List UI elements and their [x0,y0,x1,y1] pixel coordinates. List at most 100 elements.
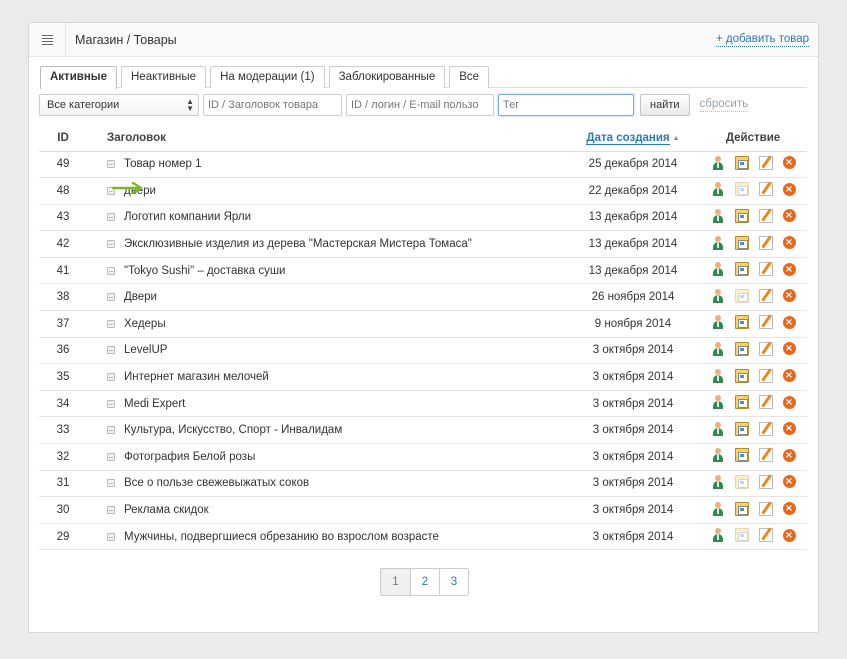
delete-icon[interactable]: × [782,369,796,383]
user-icon[interactable] [711,501,725,516]
photo-icon[interactable] [734,315,749,330]
photo-icon[interactable] [734,341,749,356]
row-title[interactable]: Мужчины, подвергшиеся обрезанию во взрос… [124,531,439,543]
photo-icon[interactable] [734,448,749,463]
document-icon [107,399,115,408]
delete-icon[interactable]: × [782,156,796,170]
delete-icon[interactable]: × [782,315,796,329]
row-title[interactable]: LevelUP [124,344,167,356]
user-icon[interactable] [711,395,725,410]
edit-icon[interactable] [758,235,773,250]
delete-icon[interactable]: × [782,475,796,489]
photo-icon[interactable] [734,288,749,303]
edit-icon[interactable] [758,528,773,543]
row-title[interactable]: Реклама скидок [124,504,209,516]
row-title[interactable]: Интернет магазин мелочей [124,371,269,383]
photo-icon[interactable] [734,368,749,383]
delete-icon[interactable]: × [782,342,796,356]
delete-icon[interactable]: × [782,236,796,250]
row-title[interactable]: Medi Expert [124,398,185,410]
user-icon[interactable] [711,235,725,250]
edit-icon[interactable] [758,262,773,277]
row-title[interactable]: "Tokyo Sushi" – доставка суши [124,265,285,277]
row-title[interactable]: Товар номер 1 [124,158,202,170]
photo-icon[interactable] [734,528,749,543]
page-link[interactable]: 1 [381,569,410,595]
user-icon[interactable] [711,315,725,330]
row-title[interactable]: Все о пользе свежевыжатых соков [124,477,309,489]
tab-blocked[interactable]: Заблокированные [328,66,446,88]
edit-icon[interactable] [758,448,773,463]
tab-inactive[interactable]: Неактивные [121,66,207,88]
edit-icon[interactable] [758,395,773,410]
photo-icon[interactable] [734,235,749,250]
tag-input[interactable] [498,94,634,116]
edit-icon[interactable] [758,288,773,303]
edit-icon[interactable] [758,182,773,197]
tab-all[interactable]: Все [449,66,490,88]
category-select[interactable]: Все категории ▲ ▼ [39,94,199,116]
row-actions: × [699,496,807,524]
hamburger-icon [41,33,53,47]
delete-icon[interactable]: × [782,502,796,516]
user-icon[interactable] [711,421,725,436]
page-link[interactable]: 3 [439,569,468,595]
user-search-input[interactable] [346,94,494,116]
reset-link[interactable]: сбросить [699,98,749,112]
user-icon[interactable] [711,208,725,223]
page-link[interactable]: 2 [410,569,439,595]
delete-icon[interactable]: × [782,528,796,542]
column-header-title[interactable]: Заголовок [97,125,567,152]
photo-icon[interactable] [734,395,749,410]
delete-icon[interactable]: × [782,209,796,223]
user-icon[interactable] [711,288,725,303]
edit-icon[interactable] [758,155,773,170]
photo-icon[interactable] [734,501,749,516]
photo-icon[interactable] [734,208,749,223]
find-button[interactable]: найти [640,94,690,116]
edit-icon[interactable] [758,341,773,356]
delete-icon[interactable]: × [782,448,796,462]
row-title[interactable]: Логотип компании Ярли [124,211,251,223]
edit-icon[interactable] [758,474,773,489]
edit-icon[interactable] [758,421,773,436]
photo-icon[interactable] [734,182,749,197]
row-title-wrap: "Tokyo Sushi" – доставка суши [97,265,285,277]
user-icon[interactable] [711,155,725,170]
tab-moderation[interactable]: На модерации (1) [210,66,325,88]
user-icon[interactable] [711,474,725,489]
user-icon[interactable] [711,262,725,277]
delete-icon[interactable]: × [782,262,796,276]
delete-icon[interactable]: × [782,422,796,436]
delete-icon[interactable]: × [782,182,796,196]
select-arrows-icon: ▲ ▼ [186,97,194,113]
row-title[interactable]: Фотография Белой розы [124,451,255,463]
user-icon[interactable] [711,182,725,197]
menu-button[interactable] [29,23,66,56]
id-title-input[interactable] [203,94,342,116]
row-title[interactable]: Культура, Искусство, Спорт - Инвалидам [124,424,342,436]
edit-icon[interactable] [758,208,773,223]
tab-active[interactable]: Активные [40,66,117,89]
user-icon[interactable] [711,448,725,463]
row-title[interactable]: Эксклюзивные изделия из дерева "Мастерск… [124,238,472,250]
photo-icon[interactable] [734,155,749,170]
delete-icon[interactable]: × [782,289,796,303]
add-product-link[interactable]: + добавить товар [715,33,809,47]
edit-icon[interactable] [758,368,773,383]
row-title[interactable]: Двери [124,291,157,303]
photo-icon[interactable] [734,421,749,436]
column-header-date[interactable]: Дата создания ▲ [567,125,699,152]
column-header-id[interactable]: ID [39,125,97,152]
photo-icon[interactable] [734,474,749,489]
row-actions: × [699,363,807,391]
edit-icon[interactable] [758,315,773,330]
panel-header: Магазин / Товары + добавить товар [29,23,818,57]
edit-icon[interactable] [758,501,773,516]
photo-icon[interactable] [734,262,749,277]
user-icon[interactable] [711,341,725,356]
row-title[interactable]: Хедеры [124,318,166,330]
delete-icon[interactable]: × [782,395,796,409]
user-icon[interactable] [711,528,725,543]
user-icon[interactable] [711,368,725,383]
